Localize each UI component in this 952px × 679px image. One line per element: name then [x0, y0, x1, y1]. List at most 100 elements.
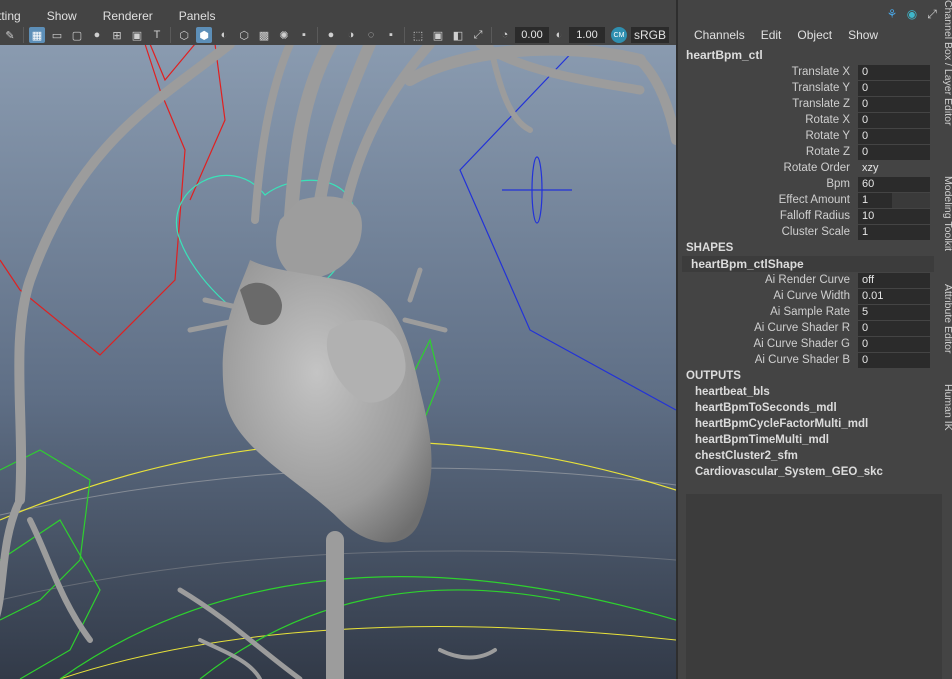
output-node[interactable]: heartBpmToSeconds_mdl	[686, 400, 942, 416]
color-space-label[interactable]: sRGB	[631, 27, 670, 43]
attr-label[interactable]: Translate X	[686, 66, 858, 78]
attr-label[interactable]: Effect Amount	[686, 194, 858, 206]
smooth-shade-cube-icon[interactable]: ⬢	[196, 27, 212, 43]
output-node[interactable]: chestCluster2_sfm	[686, 448, 942, 464]
attr-value-field[interactable]: 0	[858, 96, 930, 112]
attr-label[interactable]: Falloff Radius	[686, 210, 858, 222]
attr-value-field[interactable]: 0	[858, 144, 930, 160]
wireframe-cube-icon[interactable]: ⬡	[176, 27, 192, 43]
menu-lighting[interactable]: tting	[0, 9, 21, 23]
attr-label[interactable]: Translate Y	[686, 82, 858, 94]
attr-label[interactable]: Translate Z	[686, 98, 858, 110]
attr-value-field[interactable]: 0	[858, 80, 930, 96]
isolate-select-icon[interactable]: ⬚	[410, 27, 426, 43]
attr-value-field[interactable]: 1	[858, 192, 930, 208]
attr-label[interactable]: Bpm	[686, 178, 858, 190]
attr-row-rotate-order[interactable]: Rotate Order xzy	[686, 160, 942, 176]
field-chart-icon[interactable]: ⊞	[109, 27, 125, 43]
attr-row-ai-sample-rate[interactable]: Ai Sample Rate 5	[686, 304, 942, 320]
lights-icon[interactable]: ✺	[276, 27, 292, 43]
attr-row-translate-y[interactable]: Translate Y 0	[686, 80, 942, 96]
attr-value-field[interactable]: 5	[858, 304, 930, 320]
attr-value-field[interactable]: xzy	[858, 161, 930, 176]
attr-value-field[interactable]: 0	[858, 320, 930, 336]
attr-row-translate-x[interactable]: Translate X 0	[686, 64, 942, 80]
menu-edit[interactable]: Edit	[761, 28, 782, 42]
safe-action-icon[interactable]: ▣	[129, 27, 145, 43]
attr-row-rotate-y[interactable]: Rotate Y 0	[686, 128, 942, 144]
default-material-icon[interactable]: ◐	[216, 27, 232, 43]
film-gate-icon[interactable]: ▭	[49, 27, 65, 43]
attr-row-bpm[interactable]: Bpm 60	[686, 176, 942, 192]
attr-row-effect-amount[interactable]: Effect Amount 1	[686, 192, 942, 208]
pencil-icon[interactable]: ✎	[2, 27, 18, 43]
xray-joints-icon[interactable]: ⤢	[470, 27, 486, 43]
tab-human-ik[interactable]: Human IK	[942, 384, 952, 444]
viewport-panel[interactable]: tting Show Renderer Panels ✎ ▦ ▭ ▢ ● ⊞ ▣…	[0, 0, 676, 679]
attr-row-cluster-scale[interactable]: Cluster Scale 1	[686, 224, 942, 240]
attr-value-field[interactable]: 0	[858, 336, 930, 352]
attr-label[interactable]: Ai Curve Shader R	[686, 322, 858, 334]
attr-label[interactable]: Ai Curve Width	[686, 290, 858, 302]
attr-label[interactable]: Ai Curve Shader G	[686, 338, 858, 350]
gamma-icon[interactable]: ◐	[551, 27, 567, 43]
attr-value-field[interactable]: 0	[858, 64, 930, 80]
attr-value-field[interactable]: 10	[858, 208, 930, 224]
output-node[interactable]: heartBpmTimeMulti_mdl	[686, 432, 942, 448]
resolution-gate-icon[interactable]: ▢	[69, 27, 85, 43]
menu-show[interactable]: Show	[47, 9, 77, 23]
wireframe-on-shaded-icon[interactable]: ⬡	[236, 27, 252, 43]
attr-value-field[interactable]: 0	[858, 128, 930, 144]
sync-icon[interactable]: ◉	[904, 6, 920, 22]
attr-value-field[interactable]: 0.01	[858, 288, 930, 304]
layer-editor-area[interactable]	[686, 494, 942, 679]
attr-value-field[interactable]: 0	[858, 352, 930, 368]
attr-row-translate-z[interactable]: Translate Z 0	[686, 96, 942, 112]
attr-label[interactable]: Ai Curve Shader B	[686, 354, 858, 366]
xray-active-components-icon[interactable]: ◧	[450, 27, 466, 43]
ambient-occlusion-icon[interactable]: ●	[323, 27, 339, 43]
menu-renderer[interactable]: Renderer	[103, 9, 153, 23]
output-node[interactable]: heartbeat_bls	[686, 384, 942, 400]
attr-row-rotate-z[interactable]: Rotate Z 0	[686, 144, 942, 160]
gate-mask-icon[interactable]: ●	[89, 27, 105, 43]
attr-label[interactable]: Rotate Order	[686, 162, 858, 174]
attr-label[interactable]: Rotate Y	[686, 130, 858, 142]
attr-row-ai-curve-shader-b[interactable]: Ai Curve Shader B 0	[686, 352, 942, 368]
xray-icon[interactable]: ▣	[430, 27, 446, 43]
shadows-icon[interactable]: ▪	[296, 27, 312, 43]
output-node[interactable]: Cardiovascular_System_GEO_skc	[686, 464, 942, 480]
exposure-icon[interactable]: ◔	[497, 27, 513, 43]
attr-label[interactable]: Cluster Scale	[686, 226, 858, 238]
menu-panels[interactable]: Panels	[179, 9, 216, 23]
depth-of-field-icon[interactable]: ▪	[383, 27, 399, 43]
menu-show[interactable]: Show	[848, 28, 878, 42]
attr-row-falloff-radius[interactable]: Falloff Radius 10	[686, 208, 942, 224]
attr-row-ai-curve-width[interactable]: Ai Curve Width 0.01	[686, 288, 942, 304]
viewport-3d-scene[interactable]	[0, 0, 676, 679]
attr-row-ai-curve-shader-g[interactable]: Ai Curve Shader G 0	[686, 336, 942, 352]
textured-icon[interactable]: ▩	[256, 27, 272, 43]
attr-row-rotate-x[interactable]: Rotate X 0	[686, 112, 942, 128]
attr-label[interactable]: Ai Render Curve	[686, 274, 858, 286]
motion-blur-icon[interactable]: ◑	[343, 27, 359, 43]
output-node[interactable]: heartBpmCycleFactorMulti_mdl	[686, 416, 942, 432]
anti-aliasing-icon[interactable]: ◌	[363, 27, 379, 43]
grid-icon[interactable]: ▦	[29, 27, 45, 43]
gamma-field[interactable]: 1.00	[569, 27, 605, 43]
node-name[interactable]: heartBpm_ctl	[686, 46, 942, 64]
expand-icon[interactable]: ⤢	[924, 6, 940, 22]
safe-title-icon[interactable]: T	[149, 27, 165, 43]
attr-label[interactable]: Rotate X	[686, 114, 858, 126]
menu-object[interactable]: Object	[797, 28, 832, 42]
shape-node-name[interactable]: heartBpm_ctlShape	[682, 256, 934, 272]
attr-label[interactable]: Ai Sample Rate	[686, 306, 858, 318]
menu-channels[interactable]: Channels	[694, 28, 745, 42]
attr-value-field[interactable]: off	[858, 272, 930, 288]
attr-value-field[interactable]: 1	[858, 224, 930, 240]
color-management-icon[interactable]: CM	[611, 27, 627, 43]
tab-attribute-editor[interactable]: Attribute Editor	[942, 284, 952, 374]
tab-channel-box-layer-editor[interactable]: Channel Box / Layer Editor	[942, 0, 952, 150]
tab-modeling-toolkit[interactable]: Modeling Toolkit	[942, 176, 952, 266]
exposure-field[interactable]: 0.00	[515, 27, 549, 43]
